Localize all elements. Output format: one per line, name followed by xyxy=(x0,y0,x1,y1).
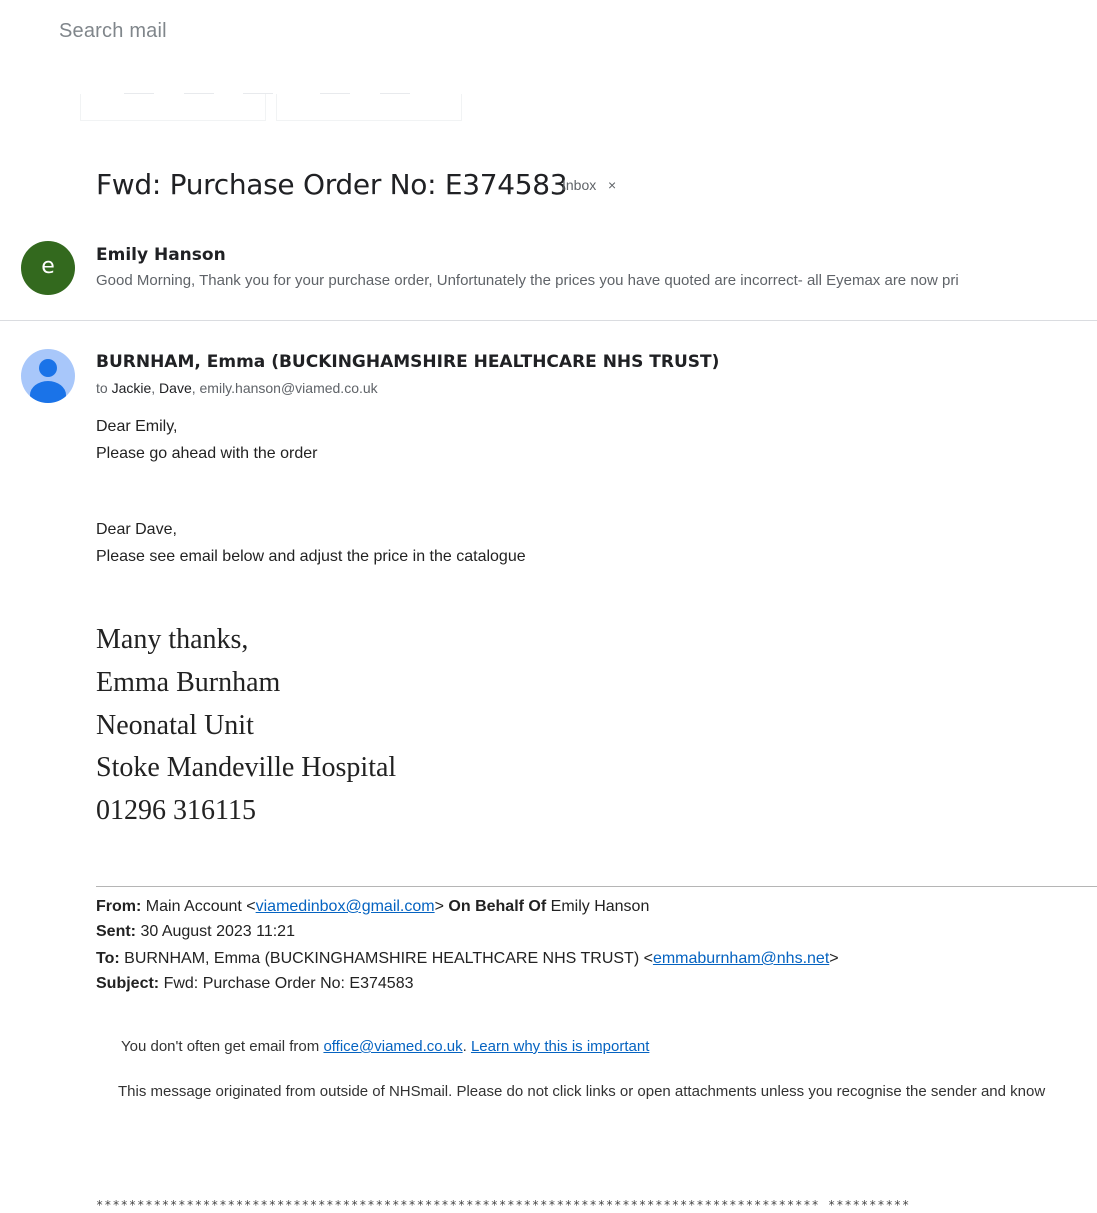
notice-email-link[interactable]: office@viamed.co.uk xyxy=(323,1038,462,1055)
fwd-from-line: From: Main Account <viamedinbox@gmail.co… xyxy=(96,898,649,916)
avatar[interactable] xyxy=(21,349,75,403)
person-icon xyxy=(39,359,57,377)
sent-value: 30 August 2023 11:21 xyxy=(140,923,295,940)
sender-name[interactable]: Emily Hanson xyxy=(96,245,226,265)
toolbar-divider xyxy=(320,93,350,94)
sender-name[interactable]: BURNHAM, Emma (BUCKINGHAMSHIRE HEALTHCAR… xyxy=(96,352,719,372)
toolbar-divider xyxy=(380,93,410,94)
avatar[interactable]: e xyxy=(21,241,75,295)
toolbar-divider xyxy=(243,93,273,94)
recipient[interactable]: Dave xyxy=(159,380,192,396)
separator-stars: ****************************************… xyxy=(96,1198,911,1212)
on-behalf-name: Emily Hanson xyxy=(550,898,650,915)
notice-text: You don't often get email from xyxy=(121,1038,324,1055)
recipient[interactable]: emily.hanson@viamed.co.uk xyxy=(200,380,378,396)
divider xyxy=(96,886,1097,887)
body-text: Please go ahead with the order xyxy=(96,445,318,462)
recipient[interactable]: Jackie xyxy=(112,380,152,396)
recipients-line[interactable]: to Jackie, Dave, emily.hanson@viamed.co.… xyxy=(96,380,378,396)
body-text: Dear Emily, xyxy=(96,418,178,435)
toolbar-segment xyxy=(80,94,266,121)
inbox-label[interactable]: Inbox xyxy=(562,177,596,193)
to-prefix: to xyxy=(96,380,108,396)
body-text: Please see email below and adjust the pr… xyxy=(96,548,526,565)
body-text: Dear Dave, xyxy=(96,521,177,538)
toolbar-divider xyxy=(184,93,214,94)
to-email-link[interactable]: emmaburnham@nhs.net xyxy=(653,950,829,967)
divider xyxy=(0,320,1097,321)
sender-notice: You don't often get email from office@vi… xyxy=(121,1038,649,1055)
from-email-link[interactable]: viamedinbox@gmail.com xyxy=(256,898,435,915)
fwd-to-line: To: BURNHAM, Emma (BUCKINGHAMSHIRE HEALT… xyxy=(96,950,839,968)
fwd-subject-line: Subject: Fwd: Purchase Order No: E374583 xyxy=(96,975,413,993)
signature-line: Neonatal Unit xyxy=(96,710,254,741)
person-icon-body xyxy=(30,381,66,403)
signature-line: 01296 316115 xyxy=(96,795,256,826)
from-close: > xyxy=(434,898,444,915)
from-label: From: xyxy=(96,898,142,915)
toolbar-segment xyxy=(276,94,462,121)
external-warning: This message originated from outside of … xyxy=(118,1083,1046,1100)
to-name: BURNHAM, Emma (BUCKINGHAMSHIRE HEALTHCAR… xyxy=(124,950,653,967)
subject-value: Fwd: Purchase Order No: E374583 xyxy=(163,975,414,992)
thread-subject: Fwd: Purchase Order No: E374583 xyxy=(96,168,568,201)
signature-line: Emma Burnham xyxy=(96,667,281,698)
from-name: Main Account < xyxy=(145,898,256,915)
learn-why-link[interactable]: Learn why this is important xyxy=(471,1038,649,1055)
subject-label: Subject: xyxy=(96,975,160,992)
on-behalf-label: On Behalf Of xyxy=(448,898,547,915)
message-snippet[interactable]: Good Morning, Thank you for your purchas… xyxy=(96,272,959,289)
signature-line: Many thanks, xyxy=(96,624,249,655)
to-label: To: xyxy=(96,950,120,967)
fwd-sent-line: Sent: 30 August 2023 11:21 xyxy=(96,923,295,941)
to-close: > xyxy=(829,950,839,967)
toolbar-divider xyxy=(124,93,154,94)
search-input[interactable]: Search mail xyxy=(59,20,167,43)
notice-sep: . xyxy=(462,1038,471,1055)
signature-line: Stoke Mandeville Hospital xyxy=(96,752,397,783)
sent-label: Sent: xyxy=(96,923,136,940)
remove-label-icon[interactable]: × xyxy=(608,177,616,193)
